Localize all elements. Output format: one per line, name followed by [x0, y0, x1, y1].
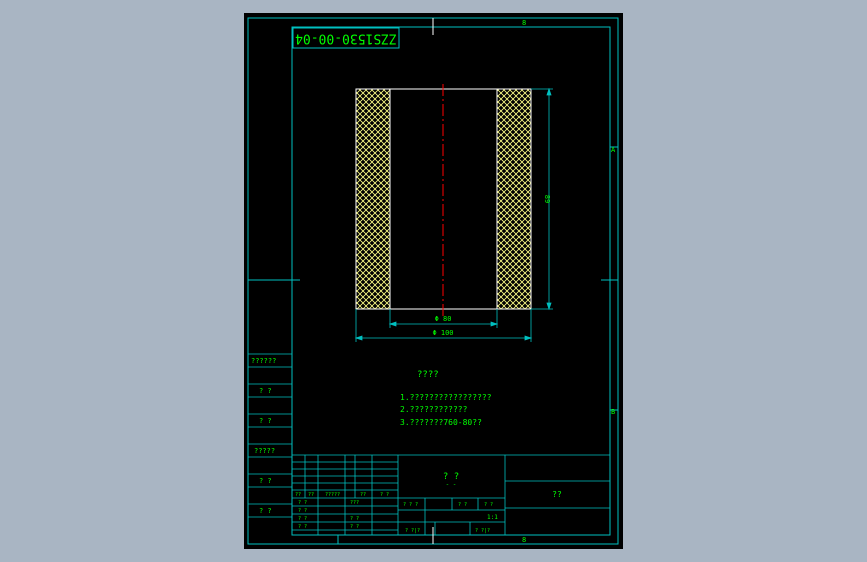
drawing-sheet: 8 8 A B ZZS1530-00-04 89 Φ 80 Φ 100 ????…	[244, 13, 623, 549]
left-strip-label: ??????	[251, 357, 276, 365]
notes-title: ????	[417, 370, 439, 380]
left-strip-label: ? ?	[259, 477, 272, 485]
row-mid-cell: ? ?	[350, 516, 359, 522]
header-cell: ??	[360, 492, 366, 498]
name-cell: ??	[552, 490, 562, 499]
left-strip-label: ? ?	[259, 417, 272, 425]
zone-label-bottom: 8	[522, 536, 526, 544]
title-subcell: - -	[446, 481, 457, 488]
row-left-cell: ? ?	[298, 524, 307, 530]
dim-outer-label: Φ 100	[432, 329, 453, 337]
left-strip-label: ? ?	[259, 387, 272, 395]
drawing-number: ZZS1530-00-04	[295, 31, 397, 46]
right-wall-hatch	[496, 88, 532, 310]
zone-label-top: 8	[522, 19, 526, 27]
zone-label-b: B	[611, 408, 615, 416]
row-mid-cell: ? ?	[350, 524, 359, 530]
header-cell: ?????	[325, 492, 340, 498]
drawing-number-box: ZZS1530-00-04	[292, 27, 400, 49]
sheet-label: ? ?|?	[405, 528, 420, 534]
sheet-label: ? ?|?	[475, 528, 490, 534]
left-wall-hatch	[355, 88, 391, 310]
scale-label: ? ?	[458, 502, 467, 508]
scale-value: 1:1	[487, 514, 498, 521]
left-strip-label: ? ?	[259, 507, 272, 515]
note-1: 1.?????????????????	[400, 393, 492, 402]
note-2: 2.????????????	[400, 405, 468, 414]
row-left-cell: ? ?	[298, 500, 307, 506]
scale-label: ? ?	[484, 502, 493, 508]
scale-label: ? ? ?	[403, 502, 418, 508]
header-cell: ??	[295, 492, 301, 498]
header-cell: ? ?	[380, 492, 389, 498]
left-strip-label: ?????	[254, 447, 275, 455]
row-left-cell: ? ?	[298, 508, 307, 514]
row-left-cell: ? ?	[298, 516, 307, 522]
dim-height-label: 89	[543, 195, 551, 203]
note-3: 3.???????760-80??	[400, 418, 482, 427]
row-mid-cell: ???	[350, 500, 359, 506]
dim-inner-label: Φ 80	[435, 315, 452, 323]
cad-viewport[interactable]: 8 8 A B ZZS1530-00-04 89 Φ 80 Φ 100 ????…	[0, 0, 867, 562]
header-cell: ??	[308, 492, 314, 498]
